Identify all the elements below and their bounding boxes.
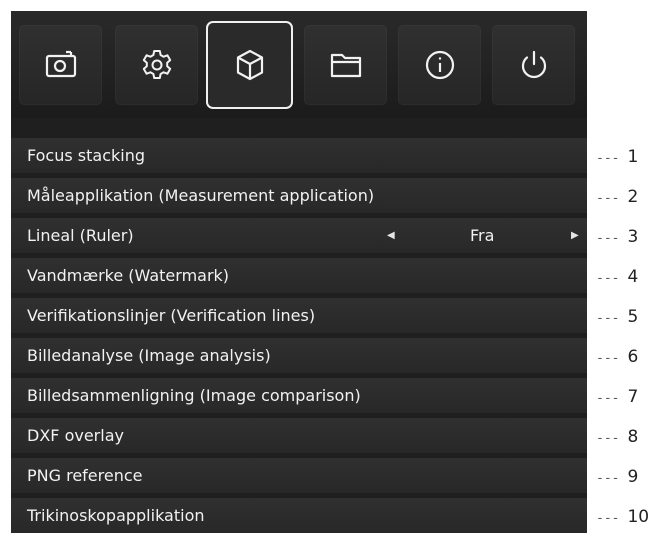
folder-button[interactable] bbox=[304, 25, 387, 105]
applications-button[interactable] bbox=[208, 23, 291, 107]
menu-item-label: Lineal (Ruler) bbox=[27, 226, 134, 245]
callout: --- 3 bbox=[596, 227, 639, 247]
arrow-right-icon[interactable]: ▶ bbox=[571, 218, 579, 253]
camera-button[interactable] bbox=[19, 25, 102, 105]
camera-icon bbox=[45, 50, 76, 78]
folder-icon bbox=[330, 53, 361, 78]
callout-numbers: --- 1 --- 2 --- 3 --- 4 --- 5 --- 6 --- 7 --- 8 … bbox=[596, 145, 650, 545]
menu-item-watermark[interactable]: Vandmærke (Watermark) bbox=[11, 258, 587, 293]
menu-item-label: Focus stacking bbox=[27, 146, 145, 165]
device-screen: Focus stacking Måleapplikation (Measurem… bbox=[11, 11, 587, 533]
arrow-left-icon[interactable]: ◀ bbox=[387, 218, 395, 253]
menu-item-label: DXF overlay bbox=[27, 426, 124, 445]
menu-item-image-analysis[interactable]: Billedanalyse (Image analysis) bbox=[11, 338, 587, 373]
settings-button[interactable] bbox=[115, 25, 198, 105]
power-icon bbox=[521, 50, 546, 79]
menu-item-measurement-application[interactable]: Måleapplikation (Measurement application… bbox=[11, 178, 587, 213]
menu-item-label: Billedanalyse (Image analysis) bbox=[27, 346, 271, 365]
callout: --- 10 bbox=[596, 507, 650, 527]
ruler-value: Fra bbox=[470, 226, 495, 245]
menu-item-trichoscopy-application[interactable]: Trikinoskopapplikation bbox=[11, 498, 587, 533]
top-toolbar bbox=[11, 11, 587, 118]
menu-item-png-reference[interactable]: PNG reference bbox=[11, 458, 587, 493]
callout: --- 7 bbox=[596, 387, 639, 407]
menu-item-focus-stacking[interactable]: Focus stacking bbox=[11, 138, 587, 173]
callout: --- 6 bbox=[596, 347, 639, 367]
callout: --- 2 bbox=[596, 187, 639, 207]
callout: --- 9 bbox=[596, 467, 639, 487]
menu-item-label: PNG reference bbox=[27, 466, 143, 485]
callout: --- 1 bbox=[596, 147, 639, 167]
info-button[interactable] bbox=[398, 25, 481, 105]
menu-item-label: Vandmærke (Watermark) bbox=[27, 266, 230, 285]
menu-item-verification-lines[interactable]: Verifikationslinjer (Verification lines) bbox=[11, 298, 587, 333]
menu-item-label: Verifikationslinjer (Verification lines) bbox=[27, 306, 316, 325]
menu-item-ruler[interactable]: Lineal (Ruler) ◀ Fra ▶ bbox=[11, 218, 587, 253]
applications-menu: Focus stacking Måleapplikation (Measurem… bbox=[11, 138, 587, 538]
menu-item-label: Måleapplikation (Measurement application… bbox=[27, 186, 375, 205]
menu-item-dxf-overlay[interactable]: DXF overlay bbox=[11, 418, 587, 453]
menu-item-image-comparison[interactable]: Billedsammenligning (Image comparison) bbox=[11, 378, 587, 413]
gear-icon bbox=[142, 50, 171, 79]
callout: --- 4 bbox=[596, 267, 639, 287]
info-icon bbox=[425, 50, 454, 80]
callout: --- 8 bbox=[596, 427, 639, 447]
menu-item-label: Trikinoskopapplikation bbox=[27, 506, 205, 525]
power-button[interactable] bbox=[492, 25, 575, 105]
menu-item-label: Billedsammenligning (Image comparison) bbox=[27, 386, 361, 405]
callout: --- 5 bbox=[596, 307, 639, 327]
cube-icon bbox=[236, 49, 263, 81]
